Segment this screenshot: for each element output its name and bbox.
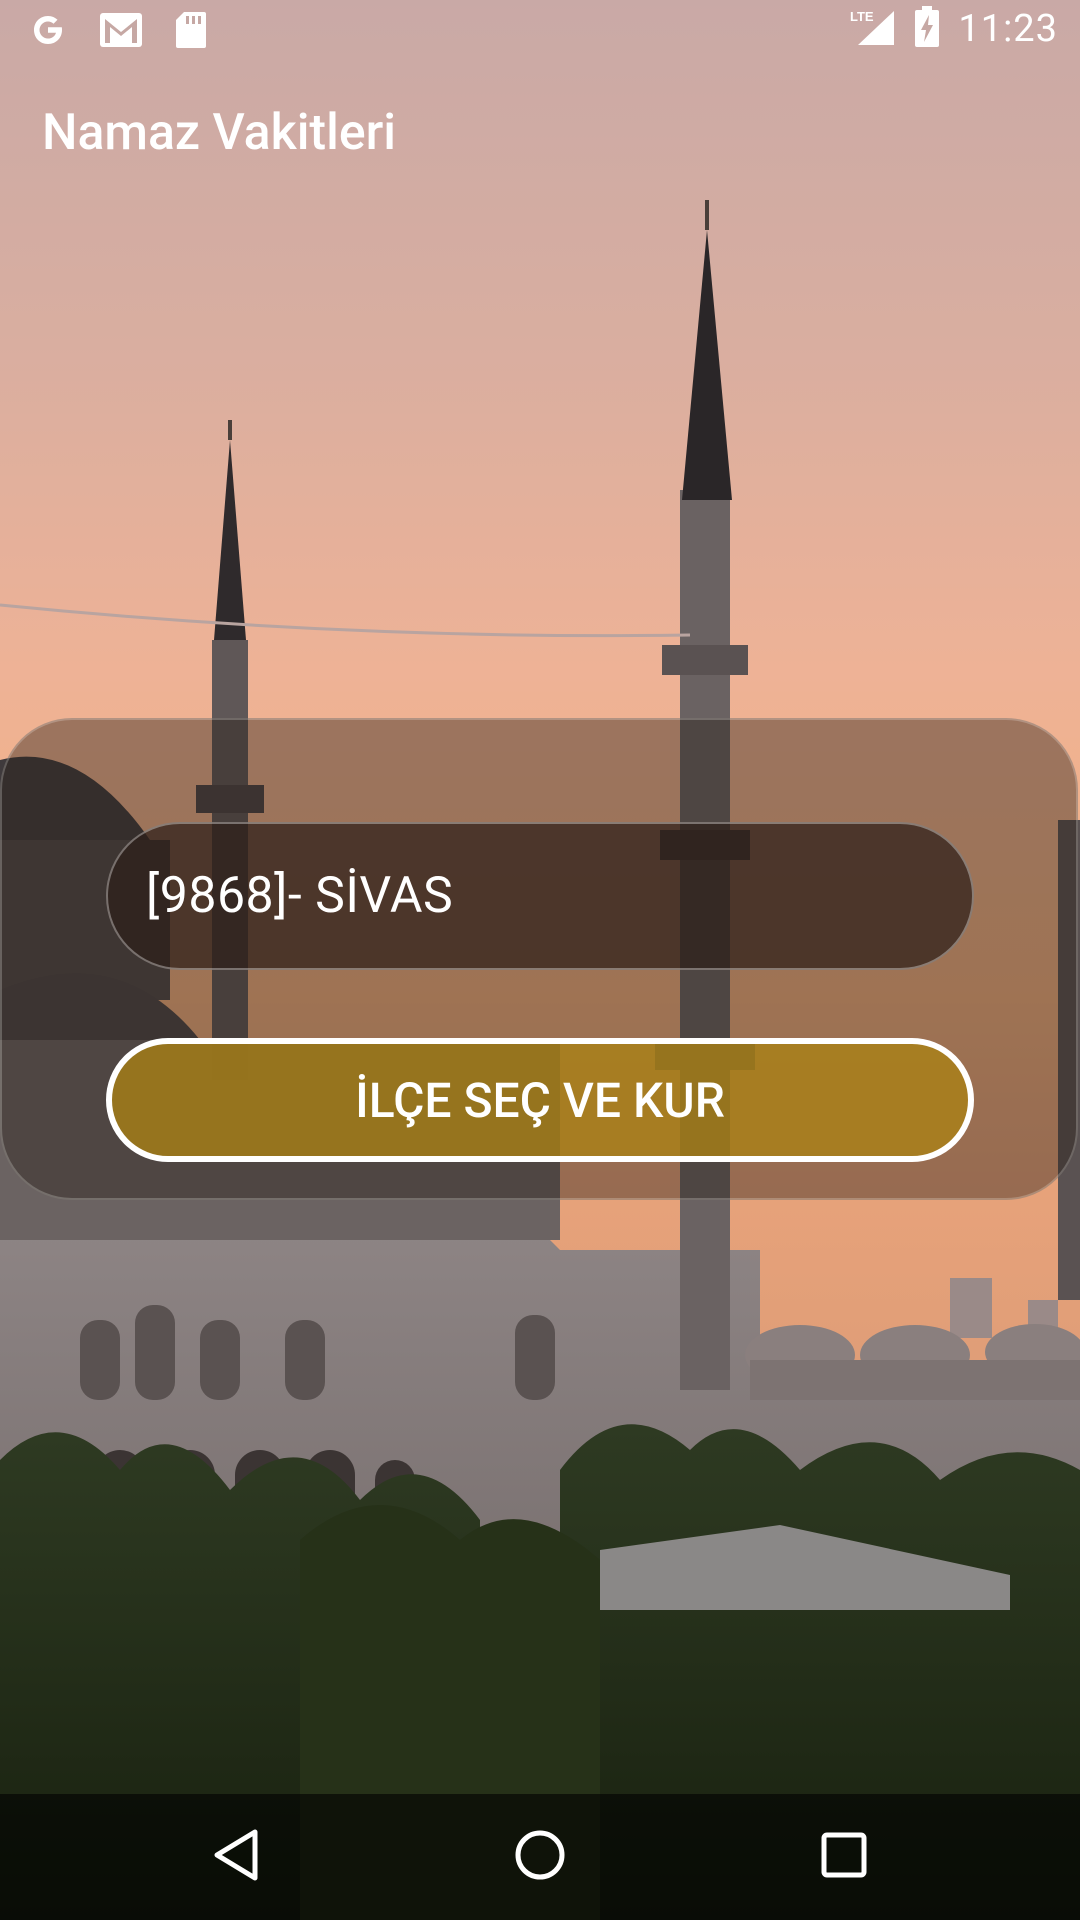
lte-signal-icon: LTE	[850, 7, 896, 51]
select-district-button[interactable]: İLÇE SEÇ VE KUR	[106, 1038, 974, 1162]
back-button[interactable]	[156, 1794, 316, 1920]
recents-button[interactable]	[764, 1794, 924, 1920]
battery-charging-icon	[914, 6, 940, 52]
svg-text:LTE: LTE	[850, 9, 874, 24]
home-button[interactable]	[460, 1794, 620, 1920]
home-icon	[513, 1828, 567, 1886]
back-icon	[211, 1828, 261, 1886]
google-icon	[28, 10, 68, 54]
status-bar: LTE 11:23	[0, 0, 1080, 63]
sd-card-icon	[174, 10, 208, 54]
status-time: 11:23	[958, 7, 1058, 51]
navigation-bar	[0, 1794, 1080, 1920]
gmail-icon	[98, 11, 144, 53]
select-district-button-label: İLÇE SEÇ VE KUR	[355, 1071, 725, 1129]
recents-icon	[821, 1832, 867, 1882]
app-title: Namaz Vakitleri	[42, 104, 397, 162]
district-select-field[interactable]: [9868]- SİVAS	[106, 822, 974, 970]
district-value: [9868]- SİVAS	[146, 867, 454, 925]
